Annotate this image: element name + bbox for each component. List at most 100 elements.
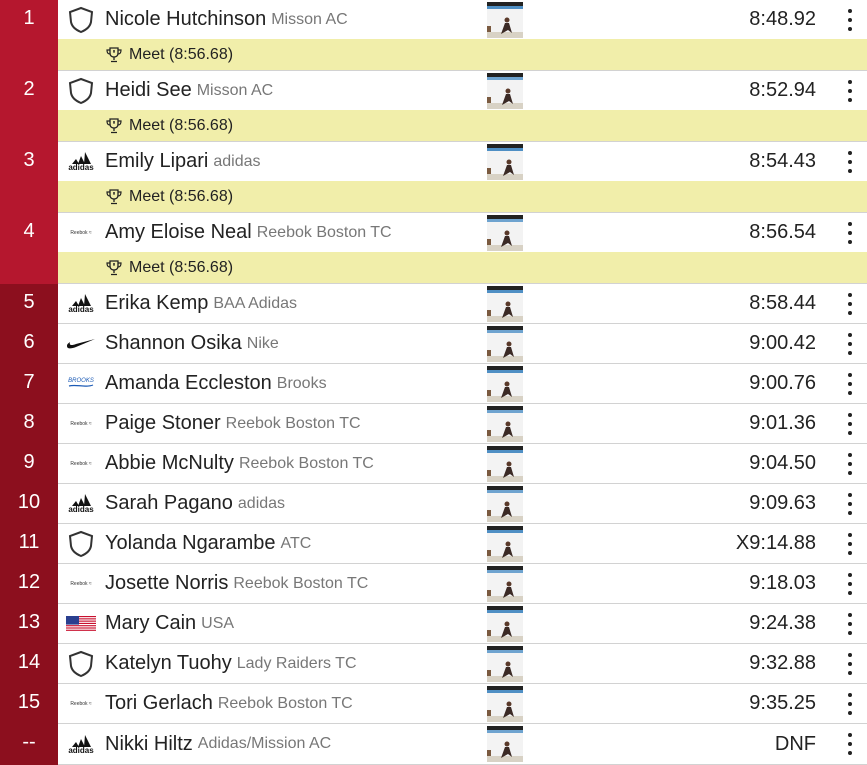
finish-photo-thumbnail[interactable] [487,445,523,482]
finish-photo-thumbnail[interactable] [487,645,523,682]
finish-photo-thumbnail[interactable] [487,72,523,109]
more-options-icon[interactable] [845,221,855,244]
more-options-icon[interactable] [845,332,855,355]
adidas-wordmark: adidas [68,505,94,514]
place-number: 1 [0,0,58,71]
team-name[interactable]: USA [201,615,234,633]
team-name[interactable]: Brooks [277,375,327,393]
more-options-icon[interactable] [845,372,855,395]
team-name[interactable]: Reebok Boston TC [257,224,392,242]
athlete-info: Reebok ≈ Josette Norris Reebok Boston TC 9:… [58,564,867,604]
reebok-logo: Reebok ≈ [58,684,104,723]
more-options-icon[interactable] [845,150,855,173]
athlete-row[interactable]: 3 adidas Emily Lipari adidas 8:54.43 Meet (8:… [0,142,867,213]
more-options-icon[interactable] [845,292,855,315]
more-options-icon[interactable] [845,532,855,555]
result-mark: 8:48.92 [749,8,816,30]
finish-photo-thumbnail[interactable] [487,685,523,722]
team-name[interactable]: Reebok Boston TC [218,695,353,713]
athlete-row[interactable]: 12 Reebok ≈ Josette Norris Reebok Boston TC… [0,564,867,604]
athlete-name[interactable]: Emily Lipari [105,150,208,173]
adidas-logo: adidas [58,142,104,181]
athlete-name[interactable]: Sarah Pagano [105,492,233,515]
athlete-info: adidas Nikki Hiltz Adidas/Mission AC DNF [58,724,867,765]
finish-photo-thumbnail[interactable] [487,365,523,402]
finish-photo-thumbnail[interactable] [487,1,523,38]
reebok-wordmark: Reebok ≈ [70,229,92,236]
finish-photo-thumbnail[interactable] [487,525,523,562]
more-options-icon[interactable] [845,652,855,675]
finish-photo-thumbnail[interactable] [487,726,523,762]
finish-photo-thumbnail[interactable] [487,485,523,522]
team-name[interactable]: Misson AC [197,82,273,100]
place-number: 5 [0,284,58,324]
athlete-name[interactable]: Yolanda Ngarambe [105,532,276,555]
more-options-icon[interactable] [845,733,855,755]
team-name[interactable]: adidas [238,495,285,513]
athlete-name[interactable]: Katelyn Tuohy [105,652,232,675]
athlete-info: Reebok ≈ Paige Stoner Reebok Boston TC 9:01… [58,404,867,444]
athlete-row[interactable]: 7 BROOKS Amanda Eccleston Brooks 9:00.76 [0,364,867,404]
athlete-name[interactable]: Paige Stoner [105,412,221,435]
record-label: Meet (8:56.68) [129,258,234,276]
finish-photo-thumbnail[interactable] [487,285,523,322]
more-options-icon[interactable] [845,692,855,715]
team-name[interactable]: Nike [247,335,279,353]
more-options-icon[interactable] [845,492,855,515]
record-label: Meet (8:56.68) [129,187,234,205]
finish-photo-thumbnail[interactable] [487,565,523,602]
athlete-name[interactable]: Mary Cain [105,612,196,635]
more-options-icon[interactable] [845,572,855,595]
team-name[interactable]: ATC [281,535,312,553]
athlete-name[interactable]: Abbie McNulty [105,452,234,475]
more-options-icon[interactable] [845,79,855,102]
more-options-icon[interactable] [845,412,855,435]
athlete-row[interactable]: 10 adidas Sarah Pagano adidas 9:09.63 [0,484,867,524]
athlete-row[interactable]: 13 Mary Cain USA 9:24.38 [0,604,867,644]
trophy-icon [106,46,122,62]
athlete-row[interactable]: 4 Reebok ≈ Amy Eloise Neal Reebok Boston TC… [0,213,867,284]
finish-photo-thumbnail[interactable] [487,605,523,642]
team-name[interactable]: Reebok Boston TC [239,455,374,473]
athlete-row[interactable]: 1 Nicole Hutchinson Misson AC 8:48.92 Meet (… [0,0,867,71]
athlete-row[interactable]: 15 Reebok ≈ Tori Gerlach Reebok Boston TC 9:… [0,684,867,724]
place-number: 9 [0,444,58,484]
team-name[interactable]: Lady Raiders TC [237,655,357,673]
athlete-name[interactable]: Amy Eloise Neal [105,221,252,244]
team-name[interactable]: Adidas/Mission AC [198,735,331,753]
place-number: 12 [0,564,58,604]
athlete-row[interactable]: 2 Heidi See Misson AC 8:52.94 Meet (8:56.68) [0,71,867,142]
athlete-name[interactable]: Amanda Eccleston [105,372,272,395]
athlete-name[interactable]: Erika Kemp [105,292,208,315]
more-options-icon[interactable] [845,612,855,635]
athlete-row[interactable]: 14 Katelyn Tuohy Lady Raiders TC 9:32.88 [0,644,867,684]
team-name[interactable]: Reebok Boston TC [233,575,368,593]
athlete-name[interactable]: Nicole Hutchinson [105,8,266,31]
result-mark: 9:24.38 [749,612,816,634]
athlete-name[interactable]: Nikki Hiltz [105,733,193,756]
athlete-name[interactable]: Heidi See [105,79,192,102]
result-mark: 9:00.76 [749,372,816,394]
athlete-row[interactable]: 11 Yolanda Ngarambe ATC X9:14.88 [0,524,867,564]
team-name[interactable]: adidas [213,153,260,171]
team-name[interactable]: Reebok Boston TC [226,415,361,433]
record-label: Meet (8:56.68) [129,116,234,134]
athlete-name[interactable]: Josette Norris [105,572,228,595]
athlete-row[interactable]: 5 adidas Erika Kemp BAA Adidas 8:58.44 [0,284,867,324]
athlete-row[interactable]: 6 Shannon Osika Nike 9:00.42 [0,324,867,364]
finish-photo-thumbnail[interactable] [487,405,523,442]
athlete-row[interactable]: 8 Reebok ≈ Paige Stoner Reebok Boston TC 9:0… [0,404,867,444]
more-options-icon[interactable] [845,452,855,475]
team-name[interactable]: Misson AC [271,11,347,29]
athlete-name[interactable]: Tori Gerlach [105,692,213,715]
finish-photo-thumbnail[interactable] [487,214,523,251]
finish-photo-thumbnail[interactable] [487,143,523,180]
athlete-info: adidas Erika Kemp BAA Adidas 8:58.44 [58,284,867,324]
result-mark: 9:00.42 [749,332,816,354]
athlete-row[interactable]: 9 Reebok ≈ Abbie McNulty Reebok Boston TC 9:… [0,444,867,484]
team-name[interactable]: BAA Adidas [213,295,297,313]
more-options-icon[interactable] [845,8,855,31]
finish-photo-thumbnail[interactable] [487,325,523,362]
athlete-name[interactable]: Shannon Osika [105,332,242,355]
athlete-row[interactable]: -- adidas Nikki Hiltz Adidas/Mission AC DNF [0,724,867,765]
